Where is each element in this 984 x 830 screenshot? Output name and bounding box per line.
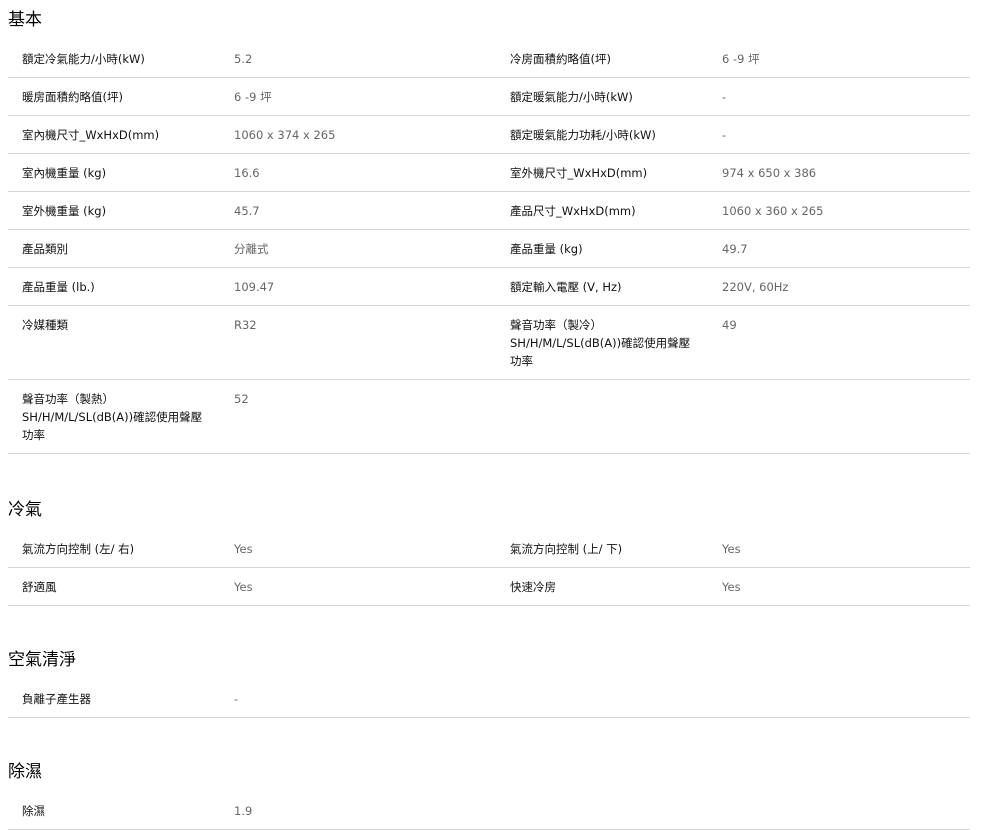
spec-table-air-purify: 負離子產生器 -: [8, 680, 970, 718]
spec-key: 室外機重量 (kg): [8, 191, 220, 230]
spec-key: 快速冷房: [496, 567, 708, 606]
spec-value: 109.47: [220, 267, 496, 306]
section-title-air-purify: 空氣清淨: [8, 650, 76, 670]
spec-value: Yes: [220, 530, 496, 568]
spec-key: 冷房面積約略值(坪): [496, 40, 708, 78]
section-title-cooling: 冷氣: [8, 500, 42, 520]
spec-key: 額定暖氣能力功耗/小時(kW): [496, 115, 708, 154]
table-row: 舒適風 Yes 快速冷房 Yes: [8, 567, 970, 606]
spec-key: 聲音功率（製熱）SH/H/M/L/SL(dB(A))確認使用聲壓功率: [8, 379, 220, 454]
section-title-dehumidify: 除濕: [8, 762, 42, 782]
spec-key: 氣流方向控制 (上/ 下): [496, 530, 708, 568]
spec-table-basic: 額定冷氣能力/小時(kW) 5.2 冷房面積約略值(坪) 6 -9 坪 暖房面積…: [8, 40, 970, 454]
section-title-basic: 基本: [8, 10, 42, 30]
spec-key: 產品類別: [8, 229, 220, 268]
spec-key: 室內機重量 (kg): [8, 153, 220, 192]
spec-value: Yes: [220, 567, 496, 606]
spec-value: 1060 x 374 x 265: [220, 115, 496, 154]
table-row: 室內機重量 (kg) 16.6 室外機尺寸_WxHxD(mm) 974 x 65…: [8, 153, 970, 192]
spec-key: 產品尺寸_WxHxD(mm): [496, 191, 708, 230]
spec-value: 分離式: [220, 229, 496, 268]
spec-value: 5.2: [220, 40, 496, 78]
spec-value: -: [220, 680, 496, 718]
table-row: 產品重量 (lb.) 109.47 額定輸入電壓 (V, Hz) 220V, 6…: [8, 267, 970, 306]
spec-key: 氣流方向控制 (左/ 右): [8, 530, 220, 568]
spec-value: 1060 x 360 x 265: [708, 191, 970, 230]
spec-value: Yes: [708, 567, 970, 606]
spec-key: 負離子產生器: [8, 680, 220, 718]
table-row: 室外機重量 (kg) 45.7 產品尺寸_WxHxD(mm) 1060 x 36…: [8, 191, 970, 230]
spec-value: 974 x 650 x 386: [708, 153, 970, 192]
spec-value: 52: [220, 379, 496, 454]
table-row: 額定冷氣能力/小時(kW) 5.2 冷房面積約略值(坪) 6 -9 坪: [8, 40, 970, 78]
table-row: 室內機尺寸_WxHxD(mm) 1060 x 374 x 265 額定暖氣能力功…: [8, 115, 970, 154]
spec-value: [708, 680, 970, 718]
table-row: 聲音功率（製熱）SH/H/M/L/SL(dB(A))確認使用聲壓功率 52: [8, 379, 970, 454]
table-row: 冷媒種類 R32 聲音功率（製冷）SH/H/M/L/SL(dB(A))確認使用聲…: [8, 305, 970, 380]
spec-value: 16.6: [220, 153, 496, 192]
table-row: 氣流方向控制 (左/ 右) Yes 氣流方向控制 (上/ 下) Yes: [8, 530, 970, 568]
table-row: 產品類別 分離式 產品重量 (kg) 49.7: [8, 229, 970, 268]
spec-key: 產品重量 (lb.): [8, 267, 220, 306]
spec-key: 舒適風: [8, 567, 220, 606]
spec-key: 暖房面積約略值(坪): [8, 77, 220, 116]
spec-value: R32: [220, 305, 496, 380]
spec-key: 額定冷氣能力/小時(kW): [8, 40, 220, 78]
spec-value: 220V, 60Hz: [708, 267, 970, 306]
spec-key: [496, 680, 708, 718]
spec-table-cooling: 氣流方向控制 (左/ 右) Yes 氣流方向控制 (上/ 下) Yes 舒適風 …: [8, 530, 970, 606]
spec-key: [496, 379, 708, 454]
spec-value: -: [708, 77, 970, 116]
spec-key: 產品重量 (kg): [496, 229, 708, 268]
spec-value: 45.7: [220, 191, 496, 230]
spec-key: 額定輸入電壓 (V, Hz): [496, 267, 708, 306]
spec-page: 基本 額定冷氣能力/小時(kW) 5.2 冷房面積約略值(坪) 6 -9 坪 暖…: [8, 0, 970, 830]
spec-value: 6 -9 坪: [708, 40, 970, 78]
spec-key: 室內機尺寸_WxHxD(mm): [8, 115, 220, 154]
spec-value: [708, 379, 970, 454]
spec-key: 冷媒種類: [8, 305, 220, 380]
spec-value: Yes: [708, 530, 970, 568]
spec-table-dehumidify: 除濕 1.9: [8, 792, 970, 830]
spec-value: -: [708, 115, 970, 154]
spec-key: 聲音功率（製冷）SH/H/M/L/SL(dB(A))確認使用聲壓功率: [496, 305, 708, 380]
spec-value: 49: [708, 305, 970, 380]
table-row: 負離子產生器 -: [8, 680, 970, 718]
spec-key: 室外機尺寸_WxHxD(mm): [496, 153, 708, 192]
spec-value: 6 -9 坪: [220, 77, 496, 116]
spec-value: 49.7: [708, 229, 970, 268]
table-row: 暖房面積約略值(坪) 6 -9 坪 額定暖氣能力/小時(kW) -: [8, 77, 970, 116]
spec-key: 額定暖氣能力/小時(kW): [496, 77, 708, 116]
